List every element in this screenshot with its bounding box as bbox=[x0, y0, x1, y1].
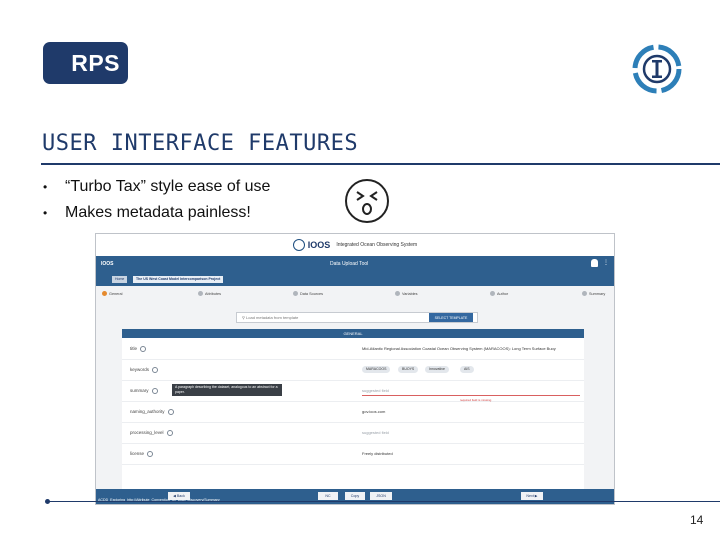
step-attributes[interactable]: Attributes bbox=[198, 291, 221, 296]
help-icon[interactable] bbox=[167, 409, 174, 415]
summary-tooltip: A paragraph describing the dataset, anal… bbox=[172, 384, 282, 396]
field-label: naming_authority bbox=[130, 409, 174, 415]
back-button[interactable]: ◀ Back bbox=[168, 492, 190, 500]
keyword-chip[interactable]: MARACOOS bbox=[362, 366, 391, 373]
json-button[interactable]: JSON bbox=[370, 492, 392, 500]
footer-dot bbox=[45, 499, 50, 504]
slide-title: USER INTERFACE FEATURES bbox=[42, 131, 359, 156]
search-placeholder: Load metadata from template bbox=[246, 315, 299, 320]
license-value[interactable]: Freely distributed bbox=[362, 451, 393, 456]
step-data-sources[interactable]: Data Sources bbox=[293, 291, 323, 296]
step-label: Author bbox=[497, 291, 509, 296]
select-template-button[interactable]: SELECT TEMPLATE bbox=[429, 313, 473, 322]
footer-divider bbox=[47, 501, 720, 502]
user-icon[interactable] bbox=[591, 259, 598, 267]
section-title: GENERAL bbox=[122, 329, 584, 338]
step-dot-icon bbox=[490, 291, 495, 296]
app-screenshot: IOOS Integrated Ocean Observing System I… bbox=[95, 233, 615, 505]
field-row-summary: summary A paragraph describing the datas… bbox=[122, 381, 584, 402]
processing-level-placeholder[interactable]: suggested field bbox=[362, 430, 389, 435]
app-header: IOOS Data Upload Tool ⋮ bbox=[96, 256, 614, 272]
step-summary[interactable]: Summary bbox=[582, 291, 605, 296]
more-menu-icon[interactable]: ⋮ bbox=[603, 259, 609, 266]
bullet-item: • Makes metadata painless! bbox=[43, 204, 251, 222]
step-label: Attributes bbox=[205, 291, 222, 296]
app-top-banner: IOOS Integrated Ocean Observing System bbox=[96, 234, 614, 256]
ioos-banner-logo: IOOS Integrated Ocean Observing System bbox=[292, 239, 418, 251]
rps-logo: RPS bbox=[43, 42, 128, 84]
field-row-naming-authority: naming_authority gov.ioos.com bbox=[122, 402, 584, 423]
field-row-keywords: keywords MARACOOS BUOYS Innovative AIS bbox=[122, 360, 584, 381]
squinting-face-icon bbox=[345, 179, 389, 223]
title-value[interactable]: Mid-Atlantic Regional Association Coasta… bbox=[362, 346, 556, 351]
tool-title: Data Upload Tool bbox=[330, 261, 369, 267]
field-label: license bbox=[130, 451, 154, 457]
step-dot-icon bbox=[293, 291, 298, 296]
help-icon[interactable] bbox=[152, 367, 159, 373]
copy-button[interactable]: Copy bbox=[345, 492, 365, 500]
general-form: GENERAL title Mid-Atlantic Regional Asso… bbox=[122, 329, 584, 497]
breadcrumb-home[interactable]: Home bbox=[112, 276, 128, 283]
keyword-chip[interactable]: BUOYS bbox=[398, 366, 419, 373]
wizard-steps: General Attributes Data Sources Variable… bbox=[96, 289, 614, 303]
breadcrumb: Home The US West Coast Model Intercompar… bbox=[96, 272, 614, 286]
bullet-item: • “Turbo Tax” style ease of use bbox=[43, 178, 270, 196]
step-label: General bbox=[109, 291, 123, 296]
field-row-title: title Mid-Atlantic Regional Association … bbox=[122, 339, 584, 360]
ioos-subtitle: Integrated Ocean Observing System bbox=[336, 242, 418, 248]
naming-authority-value[interactable]: gov.ioos.com bbox=[362, 409, 385, 414]
bullet-text: Makes metadata painless! bbox=[65, 204, 251, 221]
help-icon[interactable] bbox=[151, 388, 158, 394]
step-variables[interactable]: Variables bbox=[395, 291, 418, 296]
ioos-word: IOOS bbox=[307, 240, 331, 250]
help-icon[interactable] bbox=[140, 346, 147, 352]
title-divider bbox=[41, 163, 720, 165]
step-general[interactable]: General bbox=[102, 291, 123, 296]
help-icon[interactable] bbox=[147, 451, 154, 457]
field-label: processing_level bbox=[130, 430, 173, 436]
help-icon[interactable] bbox=[166, 430, 173, 436]
bullet-marker: • bbox=[43, 206, 48, 220]
step-label: Summary bbox=[589, 291, 606, 296]
keyword-chip[interactable]: Innovative bbox=[425, 366, 449, 373]
ioos-mark-icon bbox=[292, 239, 305, 251]
bullet-marker: • bbox=[43, 180, 48, 194]
app-brand[interactable]: IOOS bbox=[101, 261, 114, 267]
nc-button[interactable]: NC bbox=[318, 492, 338, 500]
summary-error-underline bbox=[362, 395, 580, 396]
step-label: Variables bbox=[402, 291, 418, 296]
bullet-text: “Turbo Tax” style ease of use bbox=[65, 178, 271, 195]
step-author[interactable]: Author bbox=[490, 291, 508, 296]
summary-placeholder[interactable]: suggested field bbox=[362, 388, 389, 393]
breadcrumb-project[interactable]: The US West Coast Model Intercomparison … bbox=[133, 276, 224, 283]
field-label: summary bbox=[130, 388, 158, 394]
field-row-license: license Freely distributed bbox=[122, 444, 584, 465]
step-label: Data Sources bbox=[300, 291, 324, 296]
step-dot-icon bbox=[582, 291, 587, 296]
step-dot-icon bbox=[395, 291, 400, 296]
keyword-chip[interactable]: AIS bbox=[460, 366, 474, 373]
step-dot-icon bbox=[198, 291, 203, 296]
page-number: 14 bbox=[690, 513, 704, 527]
next-button[interactable]: Next ▶ bbox=[521, 492, 543, 500]
ioos-circle-logo bbox=[632, 44, 682, 94]
warning-icon bbox=[102, 291, 107, 296]
field-label: keywords bbox=[130, 367, 159, 373]
field-label: title bbox=[130, 346, 147, 352]
rps-logo-text: RPS bbox=[71, 49, 120, 76]
field-row-processing-level: processing_level suggested field bbox=[122, 423, 584, 444]
